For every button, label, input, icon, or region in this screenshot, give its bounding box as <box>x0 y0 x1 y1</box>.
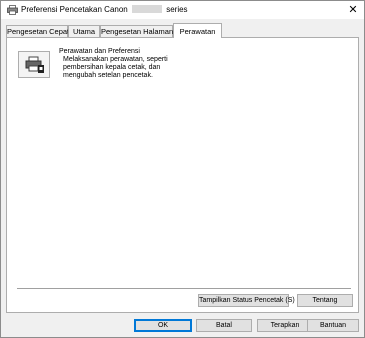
window-title-suffix: series <box>166 5 188 14</box>
title-bar: Preferensi Pencetakan Canon series ✕ <box>1 1 364 19</box>
tab-maintenance[interactable]: Perawatan <box>173 23 222 38</box>
help-button[interactable]: Bantuan <box>307 319 359 332</box>
printing-preferences-window: Preferensi Pencetakan Canon series ✕ Pen… <box>0 0 365 338</box>
maintenance-description: Melaksanakan perawatan, seperti pembersi… <box>63 56 168 79</box>
show-printer-status-button[interactable]: Tampilkan Status Pencetak (S) <box>198 294 295 307</box>
close-button[interactable]: ✕ <box>346 3 360 17</box>
ok-button[interactable]: OK <box>134 319 192 332</box>
printer-icon <box>7 5 18 15</box>
window-title: Preferensi Pencetakan Canon series <box>21 5 188 14</box>
tab-page-setup[interactable]: Pengesetan Halaman <box>100 25 173 37</box>
redacted-model-name <box>131 5 162 13</box>
printer-maintenance-icon <box>25 56 44 73</box>
maintenance-title: Perawatan dan Preferensi <box>59 48 140 55</box>
apply-button[interactable]: Terapkan <box>257 319 313 332</box>
tab-quick-setup[interactable]: Pengesetan Cepat <box>6 25 69 37</box>
cancel-button[interactable]: Batal <box>196 319 252 332</box>
tab-main[interactable]: Utama <box>68 25 100 37</box>
about-button[interactable]: Tentang <box>297 294 353 307</box>
maintenance-tool-button[interactable] <box>18 51 50 78</box>
maintenance-panel: Perawatan dan Preferensi Melaksanakan pe… <box>6 37 359 313</box>
separator-line <box>17 288 351 289</box>
window-title-prefix: Preferensi Pencetakan Canon <box>21 5 128 14</box>
